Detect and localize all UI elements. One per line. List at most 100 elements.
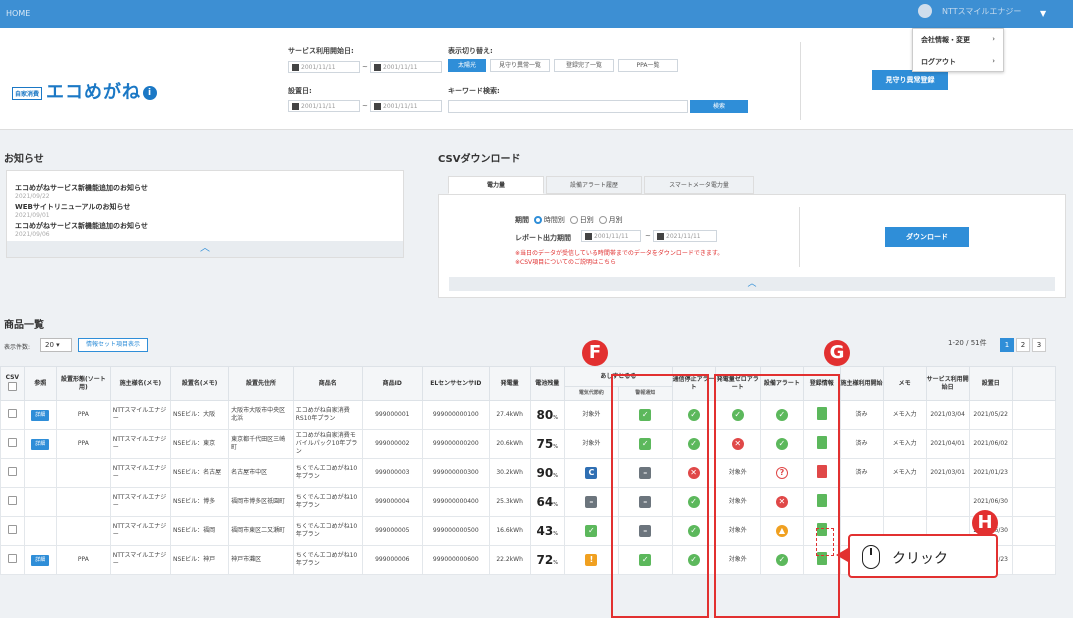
status-icon: ✓ bbox=[687, 409, 700, 421]
status-icon: ✓ bbox=[585, 525, 598, 537]
csv-collapse-icon[interactable]: ︿ bbox=[449, 277, 1055, 291]
user-icon bbox=[918, 4, 932, 18]
calendar-icon bbox=[292, 103, 299, 110]
row-checkbox[interactable] bbox=[7, 408, 17, 418]
table-row: 詳細 PPA NTTスマイルエナジー NSEビル：東京 東京都千代田区三崎町 エコめがね自… bbox=[0, 429, 1057, 459]
row-checkbox[interactable] bbox=[7, 466, 17, 476]
document-icon bbox=[816, 406, 827, 420]
col-owner-use: 施主様利用開始 bbox=[839, 366, 884, 401]
click-target-highlight bbox=[816, 528, 834, 556]
col-assist-saving: 電気代節約 bbox=[564, 386, 619, 401]
view-tab-monitor[interactable]: 見守り異常一覧 bbox=[490, 59, 550, 72]
per-page-select[interactable]: 20 ▾ bbox=[40, 338, 72, 352]
status-icon: ✓ bbox=[639, 409, 652, 421]
select-all-checkbox[interactable] bbox=[7, 381, 17, 391]
col-reg-info: 登録情報 bbox=[802, 366, 841, 401]
row-checkbox[interactable] bbox=[7, 437, 17, 447]
monitor-register-button[interactable]: 見守り異常登録 bbox=[872, 70, 948, 90]
row-checkbox[interactable] bbox=[7, 553, 17, 563]
report-from[interactable]: 2001/11/11 bbox=[581, 230, 641, 242]
col-assist-alarm: 警報通知 bbox=[617, 386, 673, 401]
col-type: 設置形態(ソート用) bbox=[55, 366, 111, 401]
detail-button[interactable]: 詳細 bbox=[31, 438, 50, 450]
download-button[interactable]: ダウンロード bbox=[885, 227, 969, 247]
status-icon: – bbox=[585, 496, 598, 508]
news-item[interactable]: エコめがねサービス新機能追加のお知らせ bbox=[15, 221, 148, 231]
status-icon: C bbox=[585, 467, 598, 479]
view-tab-registered[interactable]: 登録完了一覧 bbox=[554, 59, 614, 72]
view-tab-solar[interactable]: 太陽光 bbox=[448, 59, 486, 72]
col-ref: 参照 bbox=[23, 366, 57, 401]
keyword-label: キーワード検索: bbox=[448, 87, 500, 95]
row-checkbox[interactable] bbox=[7, 495, 17, 505]
mouse-icon bbox=[862, 545, 880, 569]
chevron-down-icon[interactable]: ▼ bbox=[1040, 9, 1046, 18]
news-panel: エコめがねサービス新機能追加のお知らせ 2021/09/22 WEBサイトリニュ… bbox=[6, 170, 404, 258]
table-row: NTTスマイルエナジー NSEビル：名古屋 名古屋市中区 ちくでんエコめがね10年プラ… bbox=[0, 458, 1057, 488]
csv-tab-smartmeter[interactable]: スマートメータ電力量 bbox=[644, 176, 754, 194]
status-icon: – bbox=[639, 467, 652, 479]
status-icon: ✕ bbox=[687, 467, 700, 479]
document-icon bbox=[816, 493, 827, 507]
detail-button[interactable]: 詳細 bbox=[31, 554, 50, 566]
menu-item-logout[interactable]: ログアウト › bbox=[913, 51, 1003, 73]
page-1[interactable]: 1 bbox=[1000, 338, 1014, 352]
status-icon: ✓ bbox=[639, 438, 652, 450]
csv-title: CSVダウンロード bbox=[438, 154, 521, 165]
collapse-chevron-icon[interactable]: ︿ bbox=[7, 241, 403, 257]
table-row: 詳細 PPA NTTスマイルエナジー NSEビル：大阪 大阪市大阪市中央区北浜 エコめがね… bbox=[0, 400, 1057, 430]
info-icon[interactable]: i bbox=[143, 86, 158, 100]
service-start-from[interactable]: 2001/11/11 bbox=[288, 61, 360, 73]
radio-daily[interactable] bbox=[569, 216, 578, 224]
csv-tab-alert[interactable]: 設備アラート履歴 bbox=[546, 176, 642, 194]
user-menu[interactable]: NTTスマイルエナジー bbox=[918, 4, 1021, 18]
callout-g: G bbox=[824, 340, 850, 366]
col-memo: メモ bbox=[882, 366, 927, 401]
col-product: 商品名 bbox=[292, 366, 363, 401]
menu-item-company[interactable]: 会社情報・変更 › bbox=[913, 29, 1003, 51]
status-icon: ✕ bbox=[731, 438, 744, 450]
status-icon: ✓ bbox=[775, 409, 788, 421]
news-item[interactable]: エコめがねサービス新機能追加のお知らせ bbox=[15, 183, 148, 193]
news-title: お知らせ bbox=[4, 154, 44, 165]
col-owner: 施主様名(メモ) bbox=[109, 366, 172, 401]
page-2[interactable]: 2 bbox=[1016, 338, 1030, 352]
install-to[interactable]: 2001/11/11 bbox=[370, 100, 442, 112]
toggle-columns-button[interactable]: 情報セット項目表示 bbox=[78, 338, 148, 352]
home-link[interactable]: HOME bbox=[6, 9, 30, 18]
install-from[interactable]: 2001/11/11 bbox=[288, 100, 360, 112]
radio-hourly[interactable] bbox=[533, 216, 542, 224]
page-3[interactable]: 3 bbox=[1032, 338, 1046, 352]
calendar-icon bbox=[292, 64, 299, 71]
view-tab-ppa[interactable]: PPA一覧 bbox=[618, 59, 678, 72]
news-date: 2021/09/22 bbox=[15, 193, 50, 200]
status-icon: ✓ bbox=[687, 496, 700, 508]
col-equip-alert: 設備アラート bbox=[759, 366, 804, 401]
status-icon: ? bbox=[775, 467, 788, 479]
callout-f: F bbox=[582, 340, 608, 366]
status-icon: ✓ bbox=[775, 438, 788, 450]
document-icon bbox=[816, 464, 827, 478]
detail-button[interactable]: 詳細 bbox=[31, 409, 50, 421]
col-zero-alert: 発電量ゼロアラート bbox=[714, 366, 761, 401]
csv-help-link[interactable]: ※CSV項目についてのご説明はこちら bbox=[515, 257, 616, 266]
view-switch-label: 表示切り替え: bbox=[448, 47, 493, 55]
search-button[interactable]: 検索 bbox=[690, 100, 748, 113]
service-start-to[interactable]: 2001/11/11 bbox=[370, 61, 442, 73]
calendar-icon bbox=[374, 103, 381, 110]
news-item[interactable]: WEBサイトリニューアルのお知らせ bbox=[15, 202, 130, 212]
keyword-input[interactable] bbox=[448, 100, 688, 113]
calendar-icon bbox=[657, 233, 664, 240]
col-assist: あしすとるる bbox=[564, 366, 673, 387]
app-logo: 自家消費 エコめがね i bbox=[12, 78, 158, 104]
status-icon: ✓ bbox=[639, 554, 652, 566]
csv-tab-power[interactable]: 電力量 bbox=[448, 176, 544, 194]
radio-monthly[interactable] bbox=[598, 216, 607, 224]
report-to[interactable]: 2021/11/11 bbox=[653, 230, 717, 242]
col-service-start: サービス利用開始日 bbox=[925, 366, 970, 401]
row-checkbox[interactable] bbox=[7, 524, 17, 534]
status-icon: – bbox=[639, 496, 652, 508]
user-dropdown: 会社情報・変更 › ログアウト › bbox=[912, 28, 1004, 72]
status-icon: ✕ bbox=[775, 496, 788, 508]
col-comm-alert: 通信停止アラート bbox=[671, 366, 716, 401]
